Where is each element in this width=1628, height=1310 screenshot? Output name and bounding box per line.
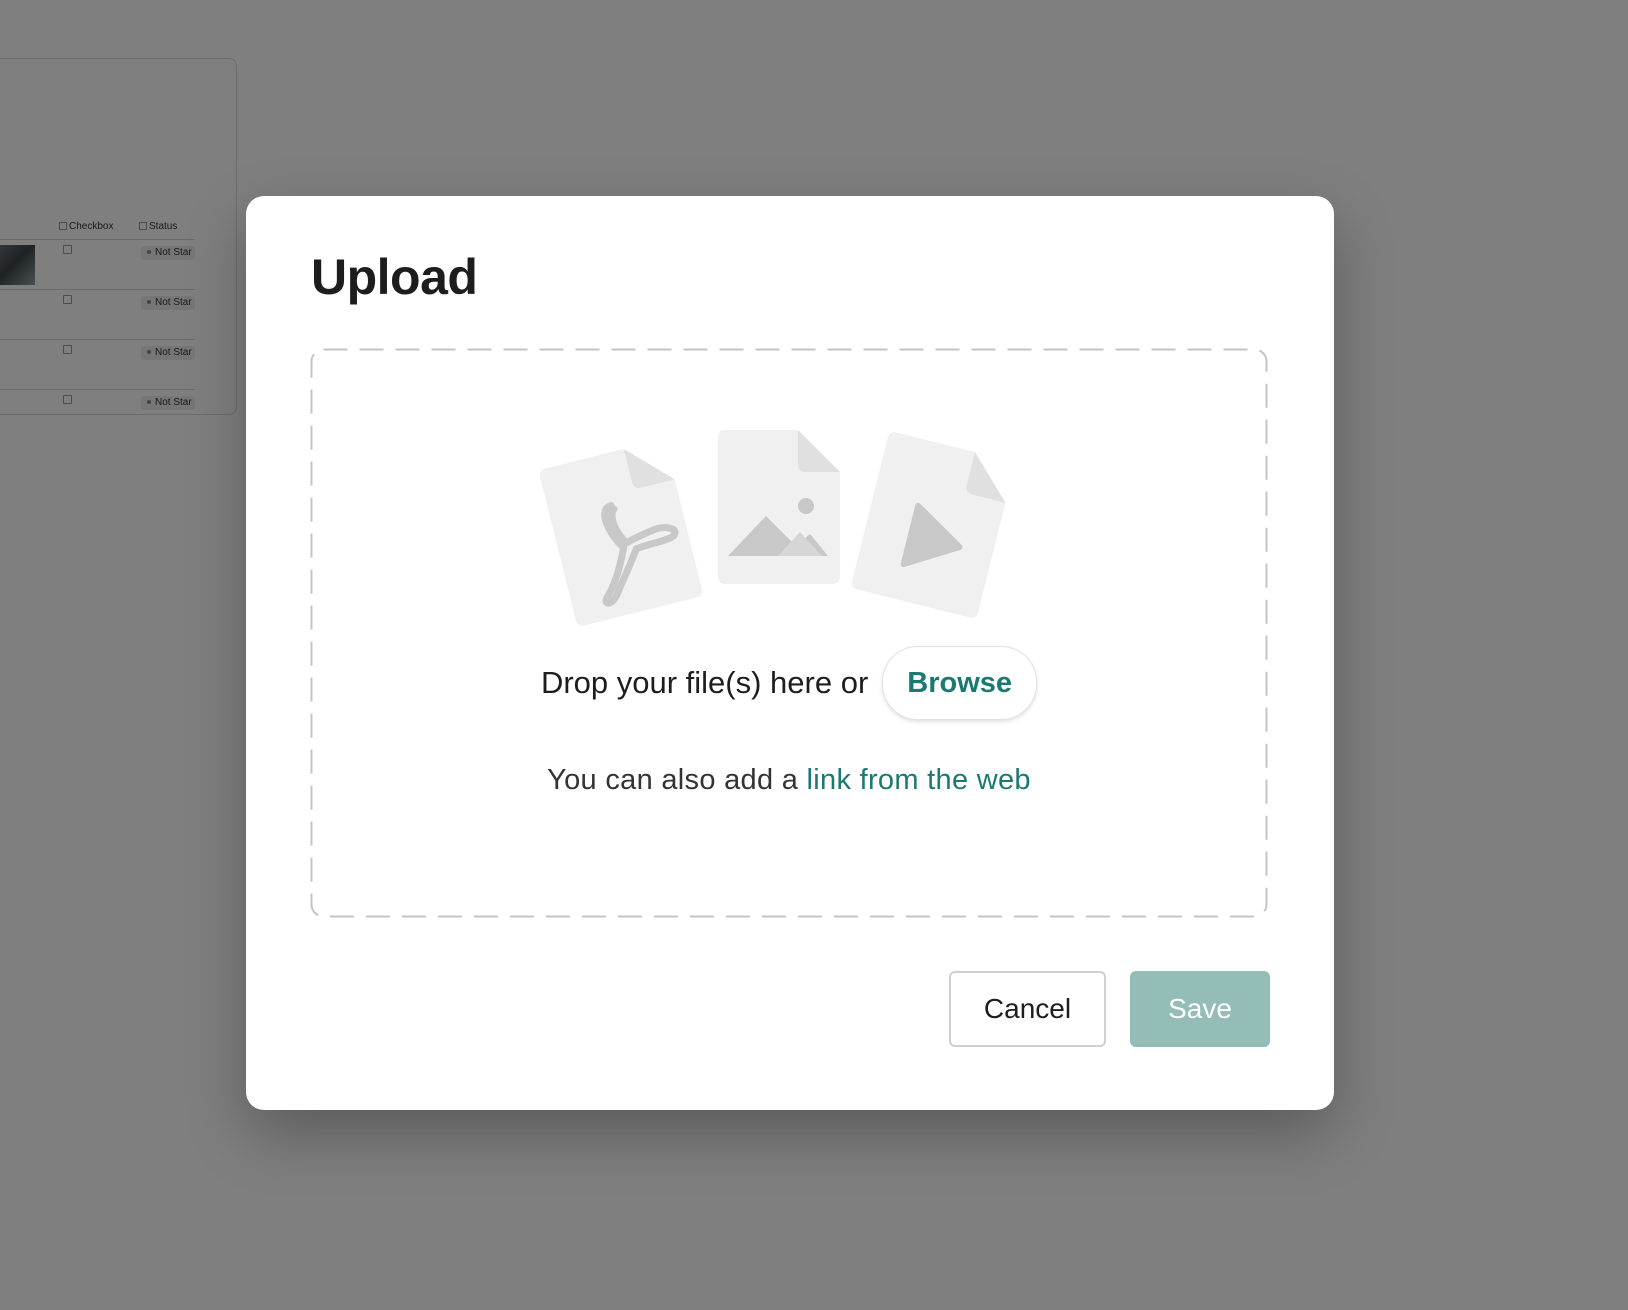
cancel-button[interactable]: Cancel: [949, 971, 1106, 1047]
save-button[interactable]: Save: [1130, 971, 1270, 1047]
browse-button[interactable]: Browse: [882, 646, 1038, 720]
web-link-line: You can also add a link from the web: [310, 764, 1268, 797]
image-file-icon: [718, 430, 840, 584]
drop-instruction: Drop your file(s) here or Browse: [310, 646, 1268, 720]
upload-dialog: Upload Drop your file(s) here or Browse …: [246, 196, 1334, 1110]
file-types-illustration: [539, 430, 1028, 630]
file-dropzone[interactable]: Drop your file(s) here or Browse You can …: [310, 348, 1268, 918]
web-link-prefix: You can also add a: [547, 764, 799, 796]
link-from-web[interactable]: link from the web: [807, 764, 1031, 796]
pdf-file-icon: [539, 448, 703, 626]
drop-text: Drop your file(s) here or: [540, 665, 869, 700]
video-file-icon: [851, 432, 1006, 618]
dialog-title: Upload: [311, 249, 478, 305]
